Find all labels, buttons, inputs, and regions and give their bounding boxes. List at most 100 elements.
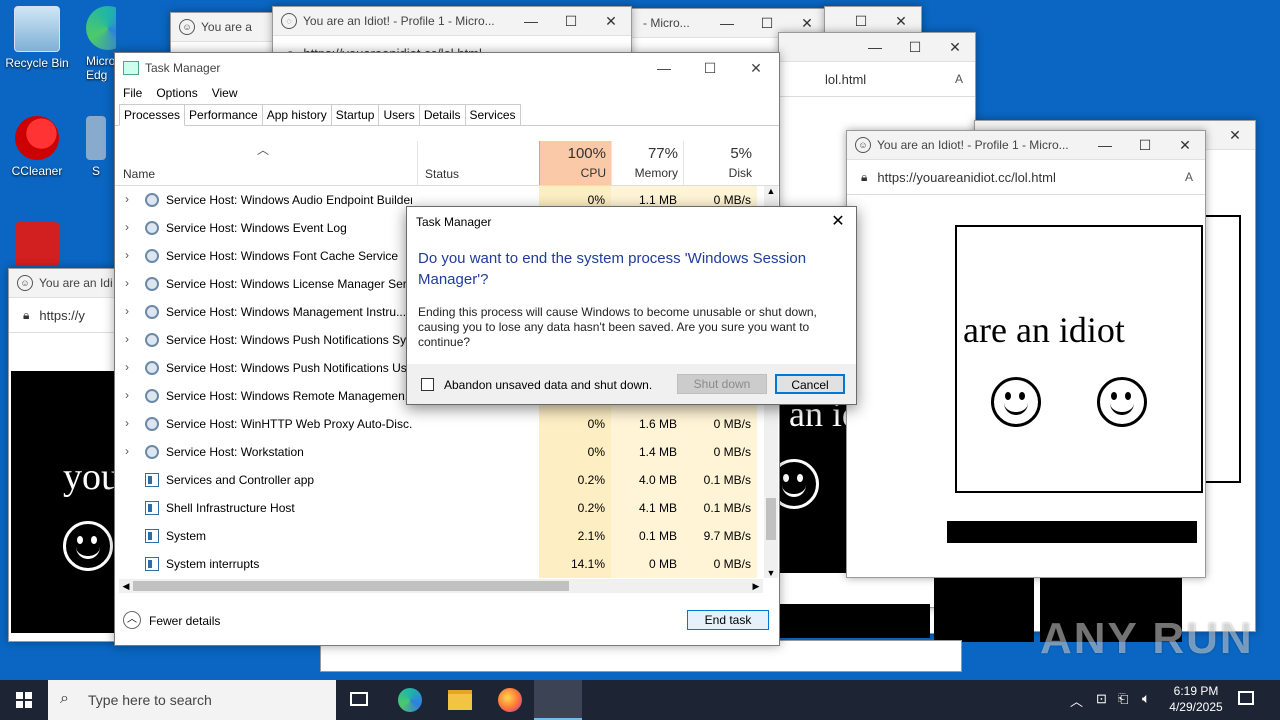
desktop-icon-ccleaner[interactable]: CCleaner	[0, 116, 74, 178]
menu-options[interactable]: Options	[156, 86, 197, 100]
expand-chevron-icon[interactable]: ›	[125, 388, 129, 402]
ccleaner-icon	[15, 116, 59, 160]
expand-chevron-icon[interactable]: ›	[125, 304, 129, 318]
desktop-icon-recycle-bin[interactable]: Recycle Bin	[0, 6, 74, 70]
scroll-up-icon[interactable]: ▲	[764, 186, 778, 196]
task-manager-taskbar-button[interactable]	[534, 680, 582, 720]
browser-titlebar[interactable]: ☺ You are a	[171, 13, 281, 42]
smiley-icon: ☺	[855, 137, 871, 153]
desktop-icon-shortcut[interactable]: S	[84, 116, 108, 178]
process-row[interactable]: Services and Controller app 0.2% 4.0 MB 0.1…	[115, 466, 763, 494]
scroll-left-icon[interactable]: ◀	[119, 579, 133, 593]
browser-window-front-right[interactable]: ☺ You are an Idiot! - Profile 1 - Micro..…	[846, 130, 1206, 578]
firefox-icon[interactable]	[498, 688, 522, 712]
end-process-dialog[interactable]: Task Manager ✕ Do you want to end the sy…	[406, 206, 857, 405]
expand-chevron-icon[interactable]: ›	[125, 332, 129, 346]
task-view-icon[interactable]	[350, 692, 368, 706]
search-box[interactable]: ⌕ Type here to search	[48, 680, 336, 720]
dialog-close-button[interactable]: ✕	[828, 211, 848, 231]
desktop-icon-edge[interactable]: Micro Edg	[76, 6, 116, 82]
tab-users[interactable]: Users	[378, 104, 420, 125]
tab-app-history[interactable]: App history	[261, 104, 332, 125]
dialog-title: Task Manager	[416, 215, 492, 229]
maximize-button[interactable]: ☐	[747, 15, 787, 32]
address-bar[interactable]: 🔒︎ https://youareanidiot.cc/lol.html A	[847, 160, 1205, 195]
process-row[interactable]: › Service Host: WinHTTP Web Proxy Auto-Di…	[115, 410, 763, 438]
process-name: Service Host: Windows License Manager Se…	[166, 277, 412, 291]
process-row[interactable]: System interrupts 14.1% 0 MB 0 MB/s	[115, 550, 763, 578]
expand-chevron-icon[interactable]: ›	[125, 276, 129, 290]
cancel-button[interactable]: Cancel	[775, 374, 845, 394]
column-cpu[interactable]: 100% CPU	[539, 141, 612, 185]
close-button[interactable]: ✕	[591, 13, 631, 30]
process-disk: 0.1 MB/s	[703, 473, 751, 487]
process-row[interactable]: System 2.1% 0.1 MB 9.7 MB/s	[115, 522, 763, 550]
close-button[interactable]: ✕	[935, 39, 975, 56]
edge-taskbar-icon[interactable]	[398, 688, 422, 712]
tab-performance[interactable]: Performance	[184, 104, 263, 125]
start-button[interactable]	[0, 680, 48, 720]
minimize-button[interactable]: —	[641, 60, 687, 76]
expand-chevron-icon[interactable]: ›	[125, 416, 129, 430]
tab-processes[interactable]: Processes	[119, 104, 186, 126]
clock[interactable]: 6:19 PM 4/29/2025	[1166, 683, 1226, 715]
ethernet-icon[interactable]: ⎗	[1118, 691, 1128, 707]
read-aloud-icon[interactable]: A	[1185, 170, 1193, 184]
close-button[interactable]: ✕	[1215, 127, 1255, 144]
maximize-button[interactable]: ☐	[687, 60, 733, 77]
maximize-button[interactable]: ☐	[551, 13, 591, 30]
scroll-thumb[interactable]	[766, 498, 776, 540]
browser-titlebar[interactable]: ☺ You are an Idiot! - Profile 1 - Micro..…	[847, 131, 1205, 160]
shutdown-button[interactable]: Shut down	[677, 374, 767, 394]
tab-services[interactable]: Services	[464, 104, 521, 125]
maximize-button[interactable]: ☐	[1125, 137, 1165, 154]
end-task-button[interactable]: End task	[687, 610, 769, 630]
process-row[interactable]: › Service Host: Workstation 0% 1.4 MB 0 MB/s	[115, 438, 763, 466]
file-explorer-icon[interactable]	[448, 690, 472, 710]
process-row[interactable]: Shell Infrastructure Host 0.2% 4.1 MB 0.1 M…	[115, 494, 763, 522]
network-icon[interactable]: ⊡	[1096, 691, 1107, 707]
browser-titlebar[interactable]: — ☐ ✕	[779, 33, 975, 62]
close-button[interactable]: ✕	[787, 15, 827, 32]
browser-titlebar[interactable]: ☺ You are an Idi	[9, 269, 121, 298]
address-bar[interactable]: 🔒︎ https://y	[9, 298, 121, 333]
browser-titlebar[interactable]: ◌ You are an Idiot! - Profile 1 - Micro..…	[273, 7, 631, 36]
maximize-button[interactable]: ☐	[841, 13, 881, 30]
expand-chevron-icon[interactable]: ›	[125, 444, 129, 458]
close-button[interactable]: ✕	[1165, 137, 1205, 154]
fewer-details-link[interactable]: Fewer details	[149, 614, 220, 628]
column-name[interactable]: Name	[115, 141, 418, 185]
minimize-button[interactable]: —	[707, 15, 747, 31]
scroll-right-icon[interactable]: ▶	[749, 579, 763, 593]
expand-chevron-icon[interactable]: ›	[125, 248, 129, 262]
horizontal-scrollbar[interactable]: ◀ ▶	[119, 579, 763, 593]
expand-chevron-icon[interactable]: ›	[125, 220, 129, 234]
volume-icon[interactable]: 🔈︎	[1142, 690, 1150, 707]
tab-startup[interactable]: Startup	[330, 104, 380, 125]
abandon-checkbox[interactable]	[421, 378, 434, 391]
column-disk[interactable]: 5% Disk	[683, 141, 758, 185]
close-button[interactable]: ✕	[733, 60, 779, 77]
expand-chevron-icon[interactable]: ›	[125, 360, 129, 374]
expand-chevron-icon[interactable]: ›	[125, 192, 129, 206]
minimize-button[interactable]: —	[1085, 137, 1125, 153]
tab-details[interactable]: Details	[418, 104, 466, 125]
tray-chevron-icon[interactable]: ︿	[1070, 691, 1083, 710]
desktop-icon-acrobat[interactable]	[0, 222, 74, 270]
fewer-details-icon[interactable]: ︿	[123, 611, 141, 629]
task-manager-titlebar[interactable]: Task Manager — ☐ ✕	[115, 53, 779, 83]
browser-window-left[interactable]: ☺ You are an Idi 🔒︎ https://y you	[8, 268, 122, 642]
column-memory[interactable]: 77% Memory	[611, 141, 684, 185]
address-bar[interactable]: lol.html A	[779, 62, 975, 97]
scroll-down-icon[interactable]: ▼	[764, 568, 778, 578]
read-aloud-icon[interactable]: A	[955, 72, 963, 86]
maximize-button[interactable]: ☐	[895, 39, 935, 56]
scroll-thumb[interactable]	[133, 581, 569, 591]
menu-view[interactable]: View	[212, 86, 238, 100]
column-status[interactable]: Status	[417, 141, 539, 185]
menu-file[interactable]: File	[123, 86, 142, 100]
notifications-icon[interactable]	[1238, 691, 1254, 705]
minimize-button[interactable]: —	[855, 39, 895, 55]
minimize-button[interactable]: —	[511, 13, 551, 29]
close-button[interactable]: ✕	[881, 13, 921, 30]
